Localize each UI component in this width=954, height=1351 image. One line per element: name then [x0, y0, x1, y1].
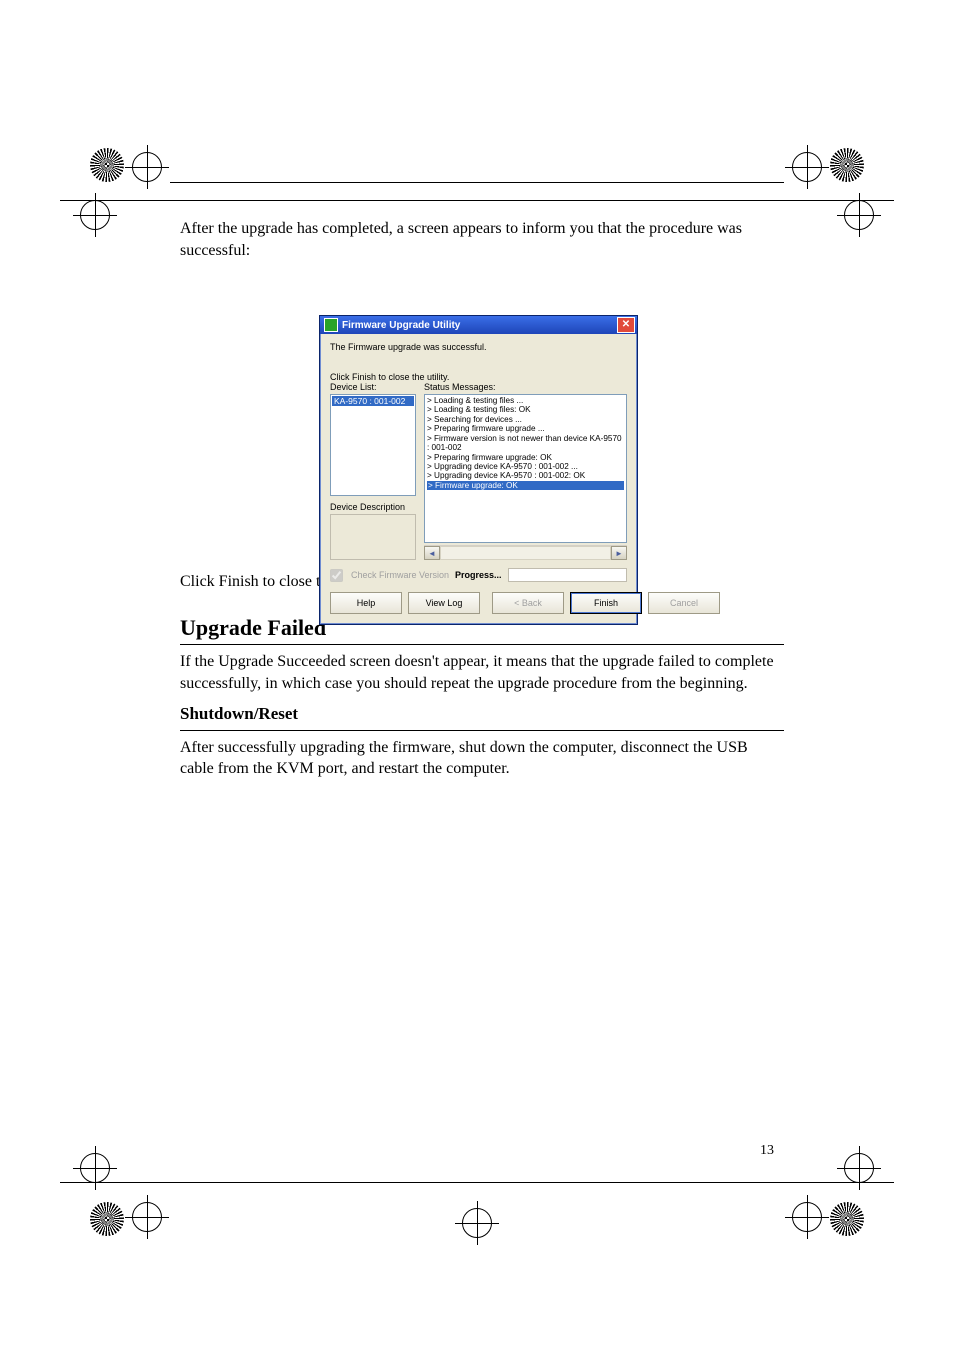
- back-button: < Back: [492, 592, 564, 614]
- progress-label: Progress...: [455, 570, 502, 580]
- device-description: [330, 514, 416, 560]
- finish-button[interactable]: Finish: [570, 592, 642, 614]
- crosshair-icon: [844, 200, 874, 230]
- print-roller: [830, 148, 864, 182]
- status-line: > Upgrading device KA-9570 : 001-002 ...: [427, 462, 624, 471]
- crosshair-icon: [132, 152, 162, 182]
- print-roller: [830, 1202, 864, 1236]
- help-button[interactable]: Help: [330, 592, 402, 614]
- status-line: > Searching for devices ...: [427, 415, 624, 424]
- crosshair-icon: [132, 1202, 162, 1232]
- dialog-titlebar[interactable]: Firmware Upgrade Utility ✕: [320, 316, 637, 334]
- device-desc-label: Device Description: [330, 502, 416, 512]
- scroll-track[interactable]: [440, 546, 611, 560]
- horizontal-scrollbar[interactable]: ◄ ►: [424, 545, 627, 560]
- divider: [180, 730, 784, 731]
- crosshair-icon: [462, 1208, 492, 1238]
- success-message: The Firmware upgrade was successful.: [330, 342, 627, 352]
- instruction-text: Click Finish to close the utility.: [330, 372, 627, 382]
- crosshair-icon: [844, 1153, 874, 1183]
- status-line: > Upgrading device KA-9570 : 001-002: OK: [427, 471, 624, 480]
- status-line: > Firmware version is not newer than dev…: [427, 434, 624, 453]
- status-line: > Loading & testing files: OK: [427, 405, 624, 414]
- page-header: [170, 180, 784, 183]
- cancel-button: Cancel: [648, 592, 720, 614]
- status-line: > Preparing firmware upgrade: OK: [427, 453, 624, 462]
- print-roller: [90, 1202, 124, 1236]
- firmware-upgrade-dialog: Firmware Upgrade Utility ✕ The Firmware …: [319, 315, 638, 625]
- status-messages[interactable]: > Loading & testing files ... > Loading …: [424, 394, 627, 543]
- device-list-item[interactable]: KA-9570 : 001-002: [332, 396, 414, 406]
- device-list-label: Device List:: [330, 382, 416, 392]
- dialog-title: Firmware Upgrade Utility: [342, 320, 617, 331]
- view-log-button[interactable]: View Log: [408, 592, 480, 614]
- progress-bar: [508, 568, 627, 582]
- status-label: Status Messages:: [424, 382, 627, 392]
- status-line: > Loading & testing files ...: [427, 396, 624, 405]
- intro-text: After the upgrade has completed, a scree…: [180, 218, 784, 261]
- crosshair-icon: [792, 1202, 822, 1232]
- crop-line: [60, 1182, 894, 1183]
- scroll-left-icon[interactable]: ◄: [424, 546, 440, 560]
- app-icon: [324, 318, 338, 332]
- crosshair-icon: [80, 1153, 110, 1183]
- subsection-body: After successfully upgrading the firmwar…: [180, 737, 784, 780]
- crosshair-icon: [80, 200, 110, 230]
- scroll-right-icon[interactable]: ►: [611, 546, 627, 560]
- status-line: > Firmware upgrade: OK: [427, 481, 624, 490]
- print-roller: [90, 148, 124, 182]
- subsection-heading: Shutdown/Reset: [180, 703, 784, 726]
- section-body: If the Upgrade Succeeded screen doesn't …: [180, 651, 784, 694]
- device-list[interactable]: KA-9570 : 001-002: [330, 394, 416, 496]
- crosshair-icon: [792, 152, 822, 182]
- check-firmware-label: Check Firmware Version: [351, 570, 449, 580]
- page-number: 13: [760, 1143, 774, 1159]
- close-icon[interactable]: ✕: [617, 317, 635, 333]
- check-firmware-checkbox: [330, 569, 343, 582]
- status-line: > Preparing firmware upgrade ...: [427, 424, 624, 433]
- crop-line: [60, 200, 894, 201]
